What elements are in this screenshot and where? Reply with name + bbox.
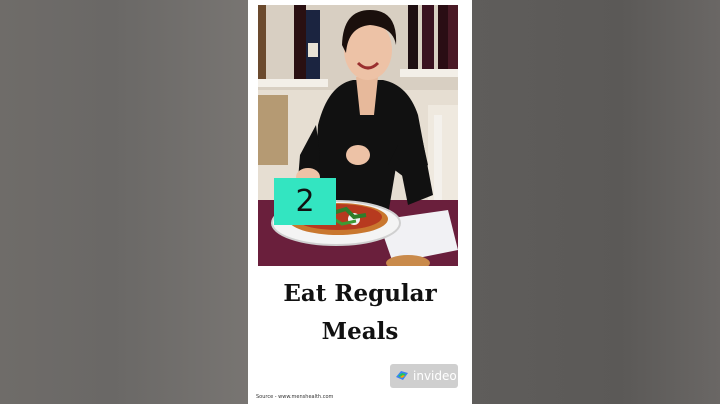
invideo-logo-icon	[395, 367, 409, 386]
source-credit: Source - www.menshealth.com	[256, 394, 334, 400]
step-number-badge: 2	[274, 178, 336, 225]
watermark-label: invideo	[413, 369, 457, 383]
invideo-watermark: invideo	[390, 364, 458, 388]
tip-headline: Eat Regular Meals	[248, 275, 472, 351]
short-video-frame: 2 Eat Regular Meals invideo Source - www…	[248, 0, 472, 404]
headline-line-2: Meals	[321, 318, 399, 345]
blurred-background-left	[0, 0, 248, 404]
headline-line-1: Eat Regular	[283, 280, 437, 307]
woman-eating-pizza-photo	[258, 5, 458, 266]
blurred-background-right	[472, 0, 720, 404]
step-number: 2	[295, 184, 315, 219]
